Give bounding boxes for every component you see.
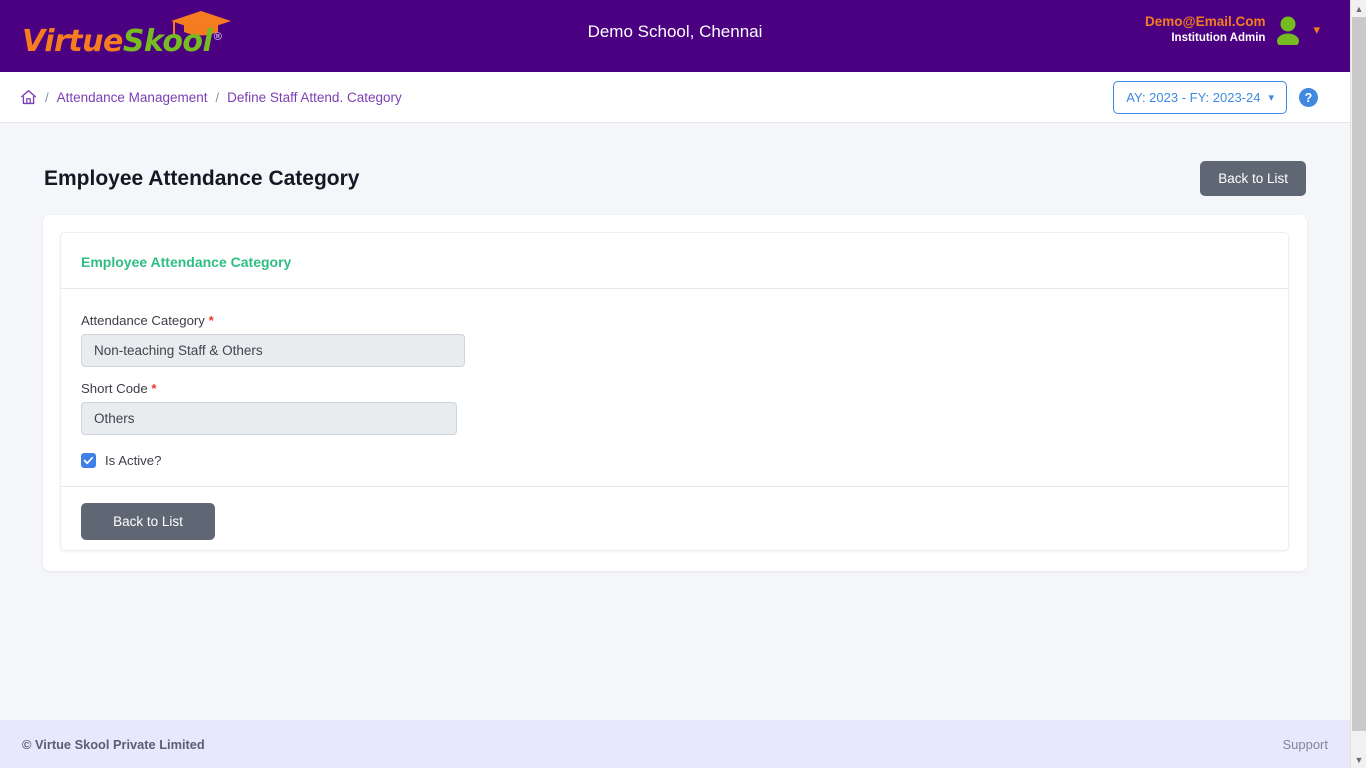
back-to-list-button-bottom[interactable]: Back to List bbox=[81, 503, 215, 540]
is-active-label: Is Active? bbox=[105, 453, 162, 468]
app-logo[interactable]: VirtueSkool® bbox=[22, 8, 248, 64]
page-title: Employee Attendance Category bbox=[44, 166, 360, 190]
required-marker: * bbox=[151, 381, 157, 396]
is-active-row: Is Active? bbox=[81, 453, 1268, 468]
scrollbar-thumb[interactable] bbox=[1352, 17, 1366, 731]
home-icon[interactable] bbox=[20, 88, 37, 106]
breadcrumb-actions: AY: 2023 - FY: 2023-24 ▾ ? bbox=[1113, 72, 1318, 123]
user-meta: Demo@Email.Com Institution Admin bbox=[1145, 14, 1265, 45]
help-question-icon[interactable]: ? bbox=[1299, 88, 1318, 107]
breadcrumb: / Attendance Management / Define Staff A… bbox=[20, 88, 402, 106]
logo-text-skool: Skool bbox=[122, 24, 213, 59]
form-card-header: Employee Attendance Category bbox=[61, 233, 1288, 289]
breadcrumb-separator: / bbox=[45, 89, 49, 105]
user-account-menu[interactable]: Demo@Email.Com Institution Admin ▾ bbox=[1145, 14, 1320, 45]
field-label-short-code: Short Code * bbox=[81, 381, 1268, 396]
field-label-attendance-category: Attendance Category * bbox=[81, 313, 1268, 328]
page-footer: © Virtue Skool Private Limited Support bbox=[0, 720, 1350, 768]
logo-wordmark: VirtueSkool® bbox=[22, 24, 223, 59]
field-label-text: Short Code bbox=[81, 381, 148, 396]
footer-copyright: © Virtue Skool Private Limited bbox=[22, 736, 205, 752]
required-marker: * bbox=[208, 313, 214, 328]
form-inner-card: Employee Attendance Category Attendance … bbox=[60, 232, 1289, 551]
breadcrumb-item-define-staff-attend-category: Define Staff Attend. Category bbox=[227, 89, 402, 105]
chevron-down-icon: ▾ bbox=[1268, 92, 1274, 104]
is-active-checkbox[interactable] bbox=[81, 453, 96, 468]
user-avatar-icon[interactable] bbox=[1275, 15, 1301, 45]
form-outer-card: Employee Attendance Category Attendance … bbox=[43, 215, 1307, 571]
breadcrumb-separator-2: / bbox=[215, 89, 220, 105]
academic-year-label: AY: 2023 - FY: 2023-24 bbox=[1126, 90, 1261, 105]
top-header-bar: VirtueSkool® Demo School, Chennai Demo@E… bbox=[0, 0, 1350, 72]
field-short-code: Short Code * bbox=[81, 381, 1268, 435]
chevron-down-icon[interactable]: ▾ bbox=[1313, 23, 1320, 36]
form-card-footer: Back to List bbox=[61, 486, 1288, 558]
page-scrollbar[interactable]: ▲ ▼ bbox=[1350, 0, 1366, 768]
app-viewport: VirtueSkool® Demo School, Chennai Demo@E… bbox=[0, 0, 1350, 768]
breadcrumb-item-attendance-management[interactable]: Attendance Management bbox=[57, 90, 208, 105]
scrollbar-up-arrow[interactable]: ▲ bbox=[1351, 0, 1366, 17]
logo-text-virtue: Virtue bbox=[22, 24, 123, 59]
form-card-body: Attendance Category * Short Code * bbox=[61, 289, 1288, 486]
footer-support-link[interactable]: Support bbox=[1282, 737, 1328, 752]
logo-registered-mark: ® bbox=[212, 30, 223, 43]
form-card-title: Employee Attendance Category bbox=[81, 254, 292, 270]
scrollbar-down-arrow[interactable]: ▼ bbox=[1351, 751, 1366, 768]
field-label-text: Attendance Category bbox=[81, 313, 205, 328]
back-to-list-button-top[interactable]: Back to List bbox=[1200, 161, 1306, 196]
user-role: Institution Admin bbox=[1171, 31, 1266, 44]
user-email: Demo@Email.Com bbox=[1145, 14, 1266, 29]
short-code-input[interactable] bbox=[81, 402, 457, 435]
page-header-row: Employee Attendance Category Back to Lis… bbox=[0, 123, 1350, 196]
breadcrumb-bar: / Attendance Management / Define Staff A… bbox=[0, 72, 1350, 123]
academic-year-selector[interactable]: AY: 2023 - FY: 2023-24 ▾ bbox=[1113, 81, 1287, 114]
field-attendance-category: Attendance Category * bbox=[81, 313, 1268, 367]
attendance-category-input[interactable] bbox=[81, 334, 465, 367]
